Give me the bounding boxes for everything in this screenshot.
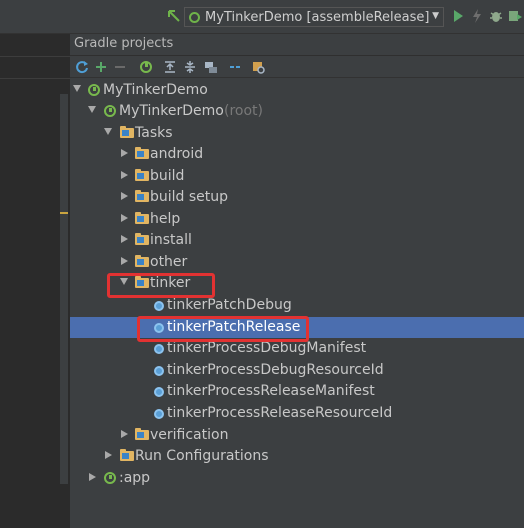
gradle-icon — [88, 84, 100, 96]
tree-item-label: MyTinkerDemo — [119, 103, 224, 119]
build-arrow-icon[interactable] — [166, 8, 182, 24]
tree-item-other[interactable]: other — [70, 252, 524, 273]
folder-icon — [120, 126, 134, 138]
tree-item-tasks[interactable]: Tasks — [70, 123, 524, 144]
tree-item-app[interactable]: :app — [70, 468, 524, 489]
folder-icon — [120, 449, 134, 461]
gradle-icon — [104, 472, 116, 484]
gear-icon — [154, 366, 164, 376]
root-suffix: (root) — [224, 103, 263, 119]
task-label: tinkerProcessReleaseResourceId — [167, 405, 393, 421]
chevron-right-icon[interactable] — [121, 192, 128, 200]
tree-item-run-configurations[interactable]: Run Configurations — [70, 446, 524, 467]
add-icon[interactable] — [93, 59, 109, 75]
offline-icon[interactable] — [227, 59, 243, 75]
chevron-right-icon[interactable] — [105, 451, 112, 459]
panel-header: Gradle projects — [70, 34, 524, 56]
tree-item-task[interactable]: tinkerProcessReleaseManifest — [70, 381, 524, 402]
highlight-box-tinker-patch-release — [137, 316, 309, 342]
tree-item-task[interactable]: tinkerProcessReleaseResourceId — [70, 403, 524, 424]
folder-icon — [135, 190, 149, 202]
tree-item-project[interactable]: MyTinkerDemo — [70, 80, 524, 101]
folder-icon — [135, 233, 149, 245]
chevron-down-icon[interactable] — [88, 106, 96, 113]
tree-item-build-setup[interactable]: build setup — [70, 187, 524, 208]
folder-icon — [135, 212, 149, 224]
settings-icon[interactable] — [250, 59, 266, 75]
task-label: tinkerProcessDebugResourceId — [167, 362, 384, 378]
tree-item-build[interactable]: build — [70, 166, 524, 187]
folder-icon — [135, 147, 149, 159]
task-label: tinkerProcessReleaseManifest — [167, 383, 375, 399]
tree-item-label: install — [150, 232, 192, 248]
tree-item-help[interactable]: help — [70, 209, 524, 230]
chevron-right-icon[interactable] — [121, 235, 128, 243]
chevron-right-icon[interactable] — [89, 473, 96, 481]
tree-item-label: build — [150, 168, 185, 184]
chevron-down-icon[interactable] — [104, 128, 112, 135]
gear-icon — [154, 409, 164, 419]
execute-task-icon[interactable] — [138, 59, 154, 75]
editor-area — [0, 34, 70, 528]
editor-scrollbar[interactable] — [60, 94, 68, 484]
tree-item-root-module[interactable]: MyTinkerDemo (root) — [70, 101, 524, 122]
lightning-icon[interactable] — [469, 8, 485, 24]
tree-item-task[interactable]: tinkerProcessDebugResourceId — [70, 360, 524, 381]
tree-item-label: verification — [150, 427, 229, 443]
panel-title: Gradle projects — [74, 36, 174, 51]
folder-icon — [135, 169, 149, 181]
tree-item-label: other — [150, 254, 188, 270]
gradle-toolbar — [70, 56, 524, 78]
run-configuration-label: MyTinkerDemo [assembleRelease] — [205, 9, 430, 25]
tree-item-install[interactable]: install — [70, 230, 524, 251]
run-configuration-dropdown[interactable]: MyTinkerDemo [assembleRelease] ▼ — [184, 7, 444, 27]
tree-item-label: help — [150, 211, 181, 227]
tree-item-verification[interactable]: verification — [70, 425, 524, 446]
chevron-down-icon[interactable] — [73, 85, 81, 92]
gradle-icon — [104, 105, 116, 117]
tree-item-label: Run Configurations — [135, 448, 269, 464]
run-icon[interactable] — [450, 8, 466, 24]
highlight-box-tinker — [107, 273, 215, 298]
chevron-right-icon[interactable] — [121, 214, 128, 222]
debug-icon[interactable] — [488, 8, 504, 24]
refresh-icon[interactable] — [74, 59, 90, 75]
chevron-right-icon[interactable] — [121, 149, 128, 157]
warning-marker — [60, 212, 68, 214]
main-toolbar: MyTinkerDemo [assembleRelease] ▼ — [0, 0, 524, 34]
tree-item-label: Tasks — [135, 125, 173, 141]
tree-item-task[interactable]: tinkerPatchDebug — [70, 295, 524, 316]
chevron-down-icon: ▼ — [432, 11, 439, 21]
task-label: tinkerProcessDebugManifest — [167, 340, 367, 356]
chevron-right-icon[interactable] — [121, 257, 128, 265]
remove-icon[interactable] — [112, 59, 128, 75]
tree-item-label: :app — [119, 470, 151, 486]
coverage-icon[interactable] — [507, 8, 523, 24]
chevron-right-icon[interactable] — [121, 171, 128, 179]
gear-icon — [154, 387, 164, 397]
link-icon[interactable] — [203, 59, 219, 75]
task-label: tinkerPatchDebug — [167, 297, 292, 313]
tree-item-label: android — [150, 146, 204, 162]
collapse-all-icon[interactable] — [182, 59, 198, 75]
folder-icon — [135, 428, 149, 440]
folder-icon — [135, 255, 149, 267]
tree-item-label: build setup — [150, 189, 229, 205]
tree-item-label: MyTinkerDemo — [103, 82, 208, 98]
gradle-icon — [189, 11, 200, 23]
tree-item-android[interactable]: android — [70, 144, 524, 165]
gear-icon — [154, 344, 164, 354]
expand-all-icon[interactable] — [162, 59, 178, 75]
gear-icon — [154, 301, 164, 311]
chevron-right-icon[interactable] — [121, 430, 128, 438]
